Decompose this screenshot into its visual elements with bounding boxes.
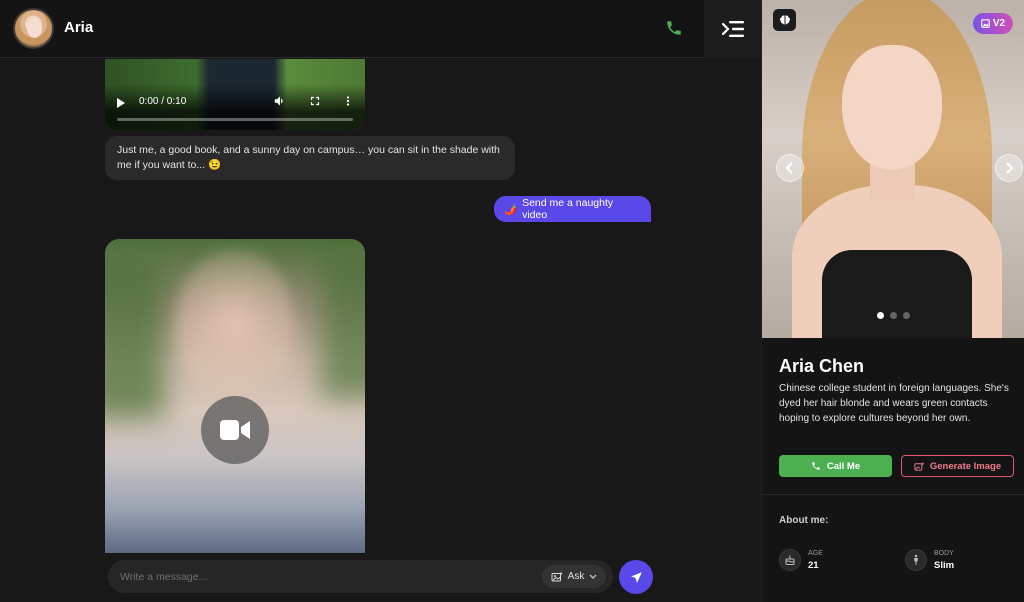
previous-photo-button[interactable] xyxy=(776,154,804,182)
carousel-dot[interactable] xyxy=(903,312,910,319)
profile-photo: V2 xyxy=(762,0,1024,338)
volume-icon[interactable] xyxy=(273,94,287,108)
phone-icon xyxy=(667,21,681,35)
header-name: Aria xyxy=(64,19,94,36)
send-button[interactable] xyxy=(619,560,653,594)
divider xyxy=(762,494,1024,495)
fullscreen-icon[interactable] xyxy=(308,94,322,108)
stat-age-value: 21 xyxy=(808,559,819,571)
outgoing-message: 🌶️ Send me a naughty video xyxy=(494,196,651,222)
next-photo-button[interactable] xyxy=(995,154,1023,182)
outgoing-message-text: Send me a naughty video xyxy=(522,197,614,221)
carousel-dot[interactable] xyxy=(890,312,897,319)
chevron-left-icon xyxy=(785,162,793,174)
video-controls: 0:00 / 0:10 xyxy=(105,84,365,130)
age-icon xyxy=(779,549,801,571)
app: Aria 0:00 / 0:10 Just me, a good book, a… xyxy=(0,0,1024,602)
more-options-icon[interactable] xyxy=(343,94,353,108)
phone-icon xyxy=(812,462,820,470)
play-icon[interactable] xyxy=(117,98,125,108)
avatar[interactable] xyxy=(13,8,54,49)
stat-body-value: Slim xyxy=(934,559,955,571)
chat-header: Aria xyxy=(0,0,761,58)
video-progress-track[interactable] xyxy=(117,118,353,121)
call-me-button[interactable]: Call Me xyxy=(779,455,892,477)
stat-body: BODY Slim xyxy=(905,549,954,571)
stat-age-label: AGE xyxy=(808,549,823,557)
brain-badge[interactable] xyxy=(773,9,796,31)
brain-icon xyxy=(779,15,790,25)
message-input[interactable] xyxy=(120,567,520,587)
chat-panel: Aria 0:00 / 0:10 Just me, a good book, a… xyxy=(0,0,761,602)
stat-age: AGE 21 xyxy=(779,549,823,571)
menu-toggle-button[interactable] xyxy=(704,0,761,58)
locked-video-message[interactable] xyxy=(105,239,365,553)
video-play-button[interactable] xyxy=(201,396,269,464)
stat-body-label: BODY xyxy=(934,549,954,557)
profile-name: Aria Chen xyxy=(779,356,865,376)
body-icon xyxy=(905,549,927,571)
menu-collapse-icon xyxy=(721,21,744,37)
about-title: About me: xyxy=(779,515,829,526)
incoming-message: Just me, a good book, and a sunny day on… xyxy=(105,136,515,180)
generate-image-button[interactable]: Generate Image xyxy=(901,455,1014,477)
gallery-icon xyxy=(981,19,990,28)
video-message[interactable]: 0:00 / 0:10 xyxy=(105,59,365,130)
profile-panel: V2 Aria Chen Chinese college student in … xyxy=(761,0,1024,602)
call-me-label: Call Me xyxy=(826,460,861,472)
chili-emoji: 🌶️ xyxy=(504,203,518,216)
chevron-down-icon xyxy=(589,573,597,579)
generate-image-label: Generate Image xyxy=(929,460,1002,472)
ask-dropdown[interactable]: Ask xyxy=(542,565,606,588)
carousel-dot[interactable] xyxy=(877,312,884,319)
chevron-right-icon xyxy=(1006,162,1014,174)
carousel-dots xyxy=(877,312,910,319)
version-label: V2 xyxy=(992,18,1006,29)
ask-label: Ask xyxy=(567,571,585,582)
send-icon xyxy=(630,571,642,583)
image-sparkle-icon xyxy=(551,571,563,581)
message-composer: Ask xyxy=(108,560,613,593)
call-button[interactable] xyxy=(662,16,686,40)
video-time: 0:00 / 0:10 xyxy=(139,96,187,107)
image-magic-icon xyxy=(914,461,925,471)
version-badge[interactable]: V2 xyxy=(973,13,1013,34)
profile-description: Chinese college student in foreign langu… xyxy=(779,383,1009,424)
video-camera-icon xyxy=(220,420,250,440)
